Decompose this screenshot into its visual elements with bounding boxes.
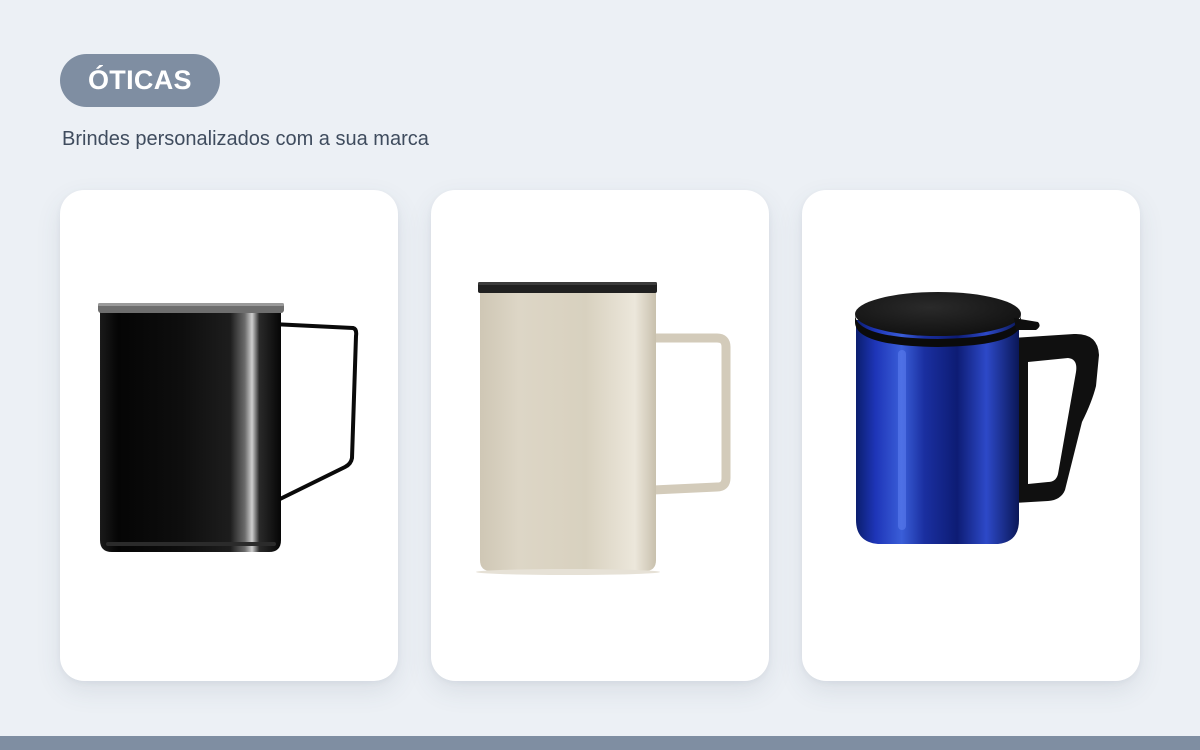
category-badge: ÓTICAS <box>60 54 220 107</box>
page-subtitle: Brindes personalizados com a sua marca <box>62 128 429 150</box>
beige-mug-image <box>476 282 731 575</box>
category-badge-label: ÓTICAS <box>88 65 192 95</box>
product-card-black-mug[interactable] <box>60 190 398 681</box>
product-card-beige-mug[interactable] <box>431 190 769 681</box>
footer-bar <box>0 736 1200 750</box>
black-mug-image <box>98 303 359 552</box>
product-card-blue-mug[interactable] <box>802 190 1140 681</box>
product-grid <box>60 190 1140 681</box>
blue-mug-image <box>855 292 1099 544</box>
